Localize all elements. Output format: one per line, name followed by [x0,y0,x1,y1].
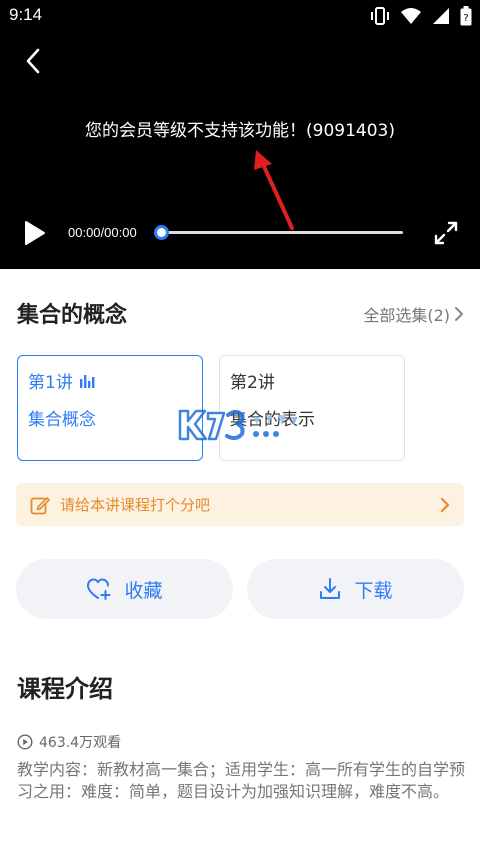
annotation-arrow-icon [254,150,294,230]
heart-plus-icon [87,578,111,600]
play-circle-icon [17,734,33,750]
chevron-right-icon [455,307,463,321]
course-title: 集合的概念 [17,303,128,328]
vibrate-icon [371,7,389,25]
all-episodes-link[interactable]: 全部选集(2) [363,302,464,326]
edit-icon [30,496,50,514]
collect-button[interactable]: 收藏 [16,559,233,619]
collect-label: 收藏 [124,579,163,602]
video-player[interactable]: 9:14 ? 您的会员等级不支持该功能！(9091403) 00:00/00:0… [0,0,480,269]
back-button[interactable] [18,46,48,76]
progress-bar[interactable] [154,225,403,240]
episode-number: 第2讲 [230,373,275,393]
fullscreen-button[interactable] [432,219,460,247]
playing-bars-icon [79,374,95,388]
playback-time: 00:00/00:00 [68,225,137,240]
player-error-message: 您的会员等级不支持该功能！(9091403) [85,121,395,141]
battery-icon: ? [460,6,472,26]
play-button[interactable] [20,219,48,247]
watermark-logo [178,409,298,441]
chevron-right-icon [440,497,450,512]
intro-title: 课程介绍 [17,675,113,703]
episode-number: 第1讲 [28,373,73,393]
rating-prompt-bar[interactable]: 请给本讲课程打个分吧 [16,483,464,526]
all-episodes-label: 全部选集(2) [363,306,450,325]
download-label: 下载 [354,579,393,602]
status-bar: 9:14 ? [0,0,480,34]
download-icon [320,578,341,599]
view-count: 463.4万观看 [17,732,121,752]
download-button[interactable]: 下载 [247,559,464,619]
status-icons: ? [370,6,472,26]
wifi-icon [401,8,421,24]
view-count-text: 463.4万观看 [39,735,122,751]
svg-text:?: ? [463,13,468,24]
course-description: 教学内容：新教材高一集合；适用学生：高一所有学生的自学预习之用：难度：简单，题目… [17,760,466,801]
status-time: 9:14 [9,5,43,24]
signal-icon [433,8,449,24]
episode-name: 集合概念 [28,410,96,430]
chevron-left-icon [26,48,40,74]
progress-handle[interactable] [154,225,169,240]
rating-prompt-text: 请给本讲课程打个分吧 [60,496,211,514]
